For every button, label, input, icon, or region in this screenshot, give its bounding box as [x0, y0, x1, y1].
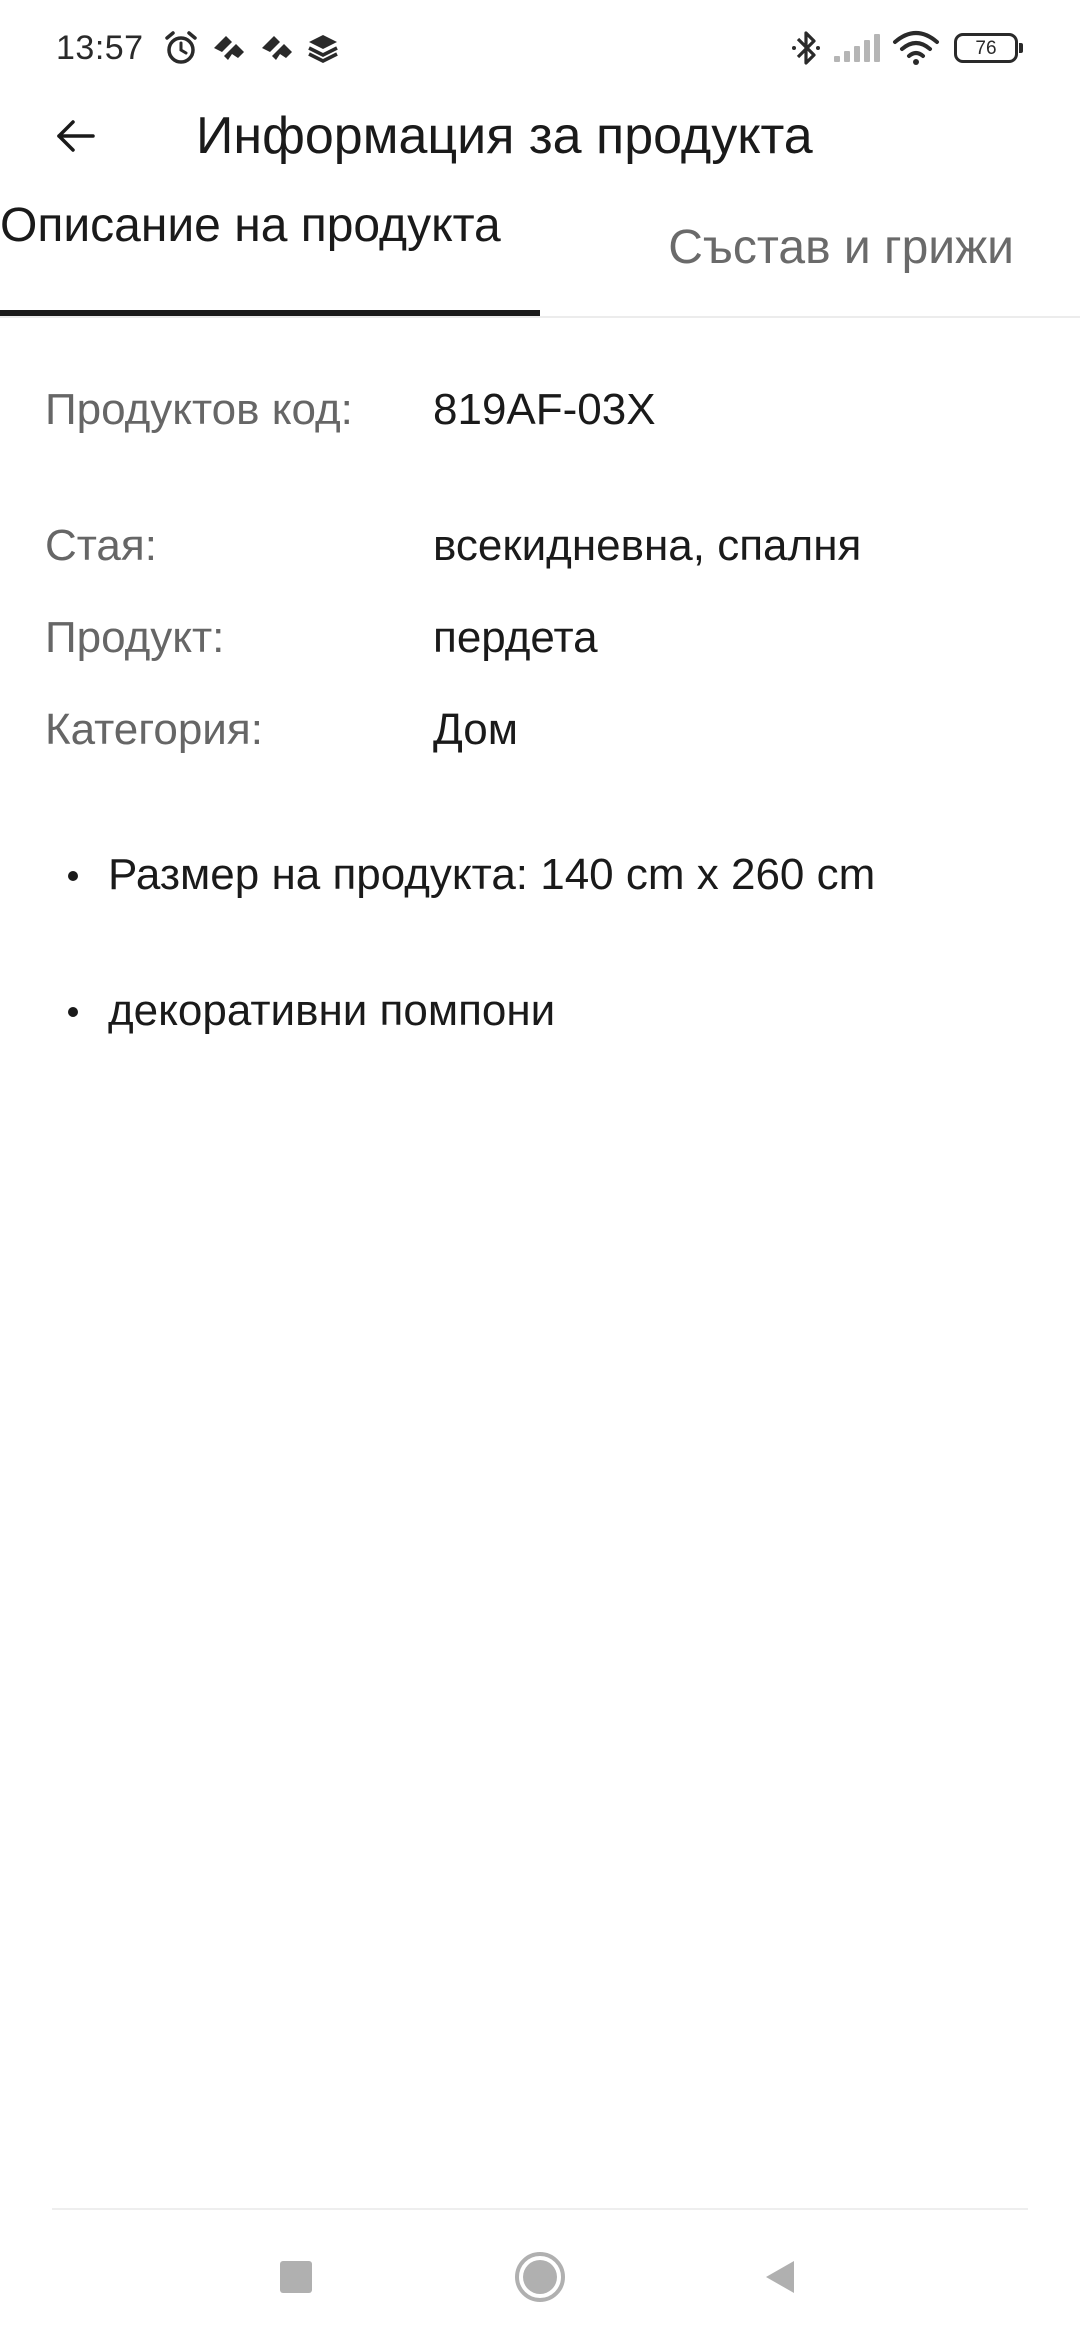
back-button[interactable]	[40, 104, 110, 168]
bullet-icon	[68, 1007, 78, 1017]
detail-row-category: Категория: Дом	[0, 700, 1080, 760]
battery-level: 76	[975, 37, 997, 59]
home-circle-icon	[515, 2252, 565, 2302]
app-notification-icon	[258, 32, 296, 64]
tab-composition-care[interactable]: Състав и грижи	[540, 188, 1080, 316]
battery-icon: 76	[954, 33, 1023, 63]
feature-text: декоративни помпони	[108, 986, 556, 1035]
list-item: Размер на продукта: 140 cm x 260 cm	[0, 845, 1080, 905]
cellular-signal-icon	[832, 32, 882, 64]
page-title: Информация за продукта	[196, 107, 813, 165]
detail-row-product-code: Продуктов код: 819AF-03X	[0, 380, 1080, 440]
app-header: Информация за продукта	[0, 96, 1080, 176]
bluetooth-icon	[790, 28, 822, 68]
tab-bar: Описание на продукта Състав и грижи	[0, 188, 1080, 318]
home-button[interactable]	[495, 2232, 585, 2322]
list-item: декоративни помпони	[0, 981, 1080, 1041]
detail-label: Стая:	[45, 521, 157, 570]
recents-button[interactable]	[251, 2232, 341, 2322]
wifi-icon	[892, 30, 940, 66]
recents-square-icon	[280, 2261, 312, 2293]
tab-product-description[interactable]: Описание на продукта	[0, 188, 540, 316]
detail-label: Категория:	[45, 705, 263, 754]
status-left: 13:57	[56, 29, 340, 68]
detail-value: всекидневна, спалня	[433, 521, 862, 570]
layers-app-icon	[306, 32, 340, 64]
tab-label: Състав и грижи	[668, 221, 1014, 274]
status-right: 76	[780, 28, 1023, 68]
detail-value: Дом	[433, 705, 519, 754]
bullet-icon	[68, 871, 78, 881]
nav-back-button[interactable]	[735, 2232, 825, 2322]
arrow-left-icon	[57, 120, 95, 152]
detail-value: 819AF-03X	[433, 385, 656, 434]
detail-row-product: Продукт: пердета	[0, 608, 1080, 668]
feature-text: Размер на продукта: 140 cm x 260 cm	[108, 850, 876, 899]
app-notification-icon	[210, 32, 248, 64]
back-triangle-icon	[766, 2261, 794, 2293]
status-time: 13:57	[56, 28, 144, 67]
status-bar: 13:57 76	[0, 0, 1080, 96]
detail-value: пердета	[433, 613, 598, 662]
detail-row-room: Стая: всекидневна, спалня	[0, 516, 1080, 576]
detail-label: Продукт:	[45, 613, 225, 662]
detail-label: Продуктов код:	[45, 385, 353, 434]
alarm-icon	[162, 29, 200, 67]
tab-label: Описание на продукта	[0, 199, 501, 252]
system-nav-bar	[0, 2210, 1080, 2340]
